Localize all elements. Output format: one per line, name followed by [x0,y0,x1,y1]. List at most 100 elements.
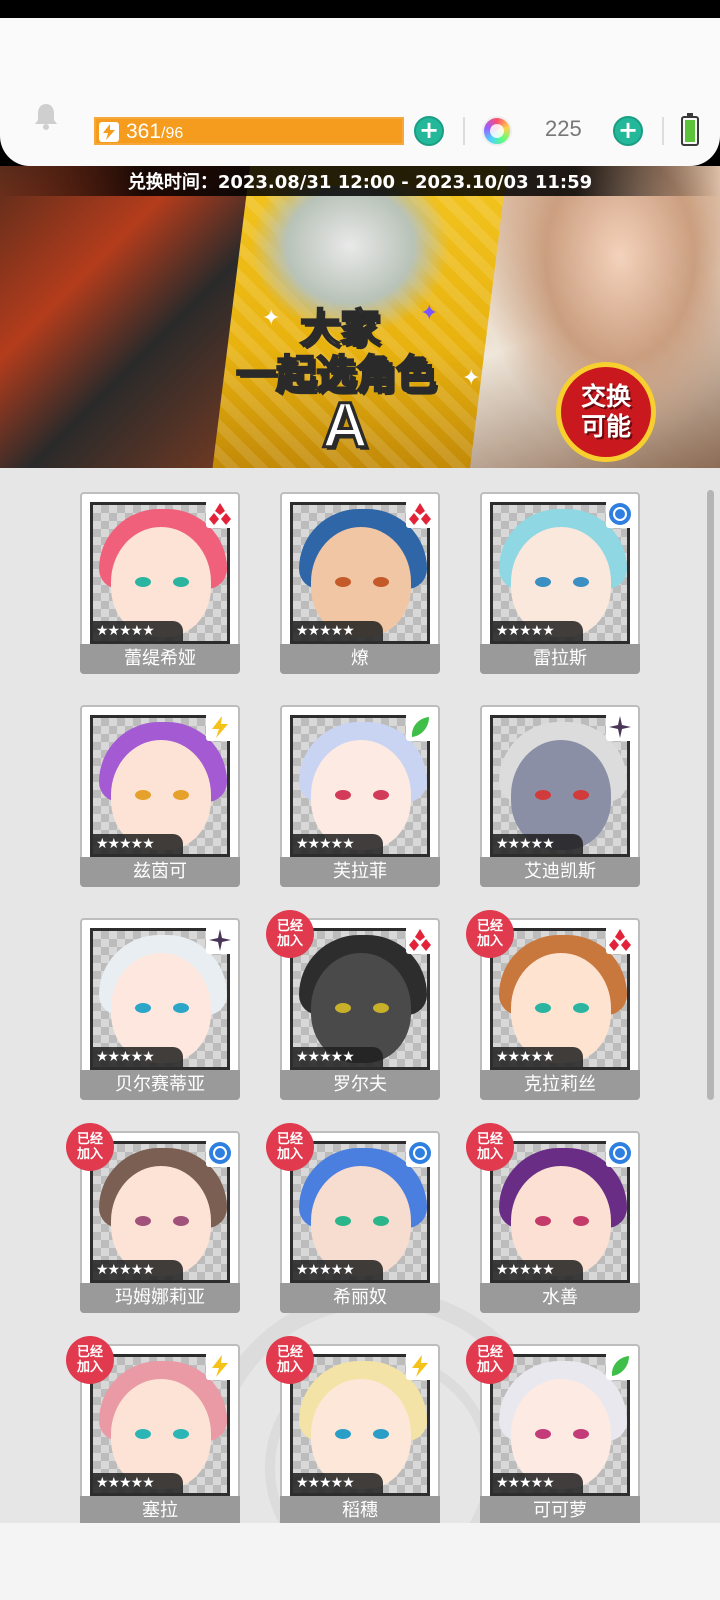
portrait-eye [173,1003,189,1013]
portrait-eye [373,1003,389,1013]
rarity-stars: ★★★★★ [493,621,583,641]
portrait-eye [535,790,551,800]
character-card[interactable]: ★★★★★ 贝尔赛蒂亚 [80,918,240,1100]
joined-badge: 已经 加入 [66,1123,114,1171]
diamond-icon [206,500,234,528]
lightning-icon [99,122,119,142]
portrait-eye [535,1216,551,1226]
rarity-stars: ★★★★★ [93,834,183,854]
banner-art-left [0,166,250,468]
portrait-eye [535,577,551,587]
diamond-icon [406,926,434,954]
portrait-eye [335,577,351,587]
character-card[interactable]: ★★★★★ 雷拉斯 [480,492,640,674]
rarity-stars: ★★★★★ [493,834,583,854]
joined-badge: 已经 加入 [266,1336,314,1384]
character-name: 希丽奴 [280,1283,440,1313]
portrait-eye [535,1003,551,1013]
joined-label-line2: 加入 [476,934,503,949]
joined-label-line1: 已经 [276,1132,303,1147]
portrait-eye [573,1216,589,1226]
lightning-icon [406,1352,434,1380]
portrait-eye [535,1429,551,1439]
rarity-stars: ★★★★★ [93,1473,183,1493]
joined-badge: 已经 加入 [66,1336,114,1384]
character-card[interactable]: ★★★★★ 蕾缇希娅 [80,492,240,674]
character-name: 可可萝 [480,1496,640,1526]
joined-label-line2: 加入 [476,1147,503,1162]
character-card[interactable]: ★★★★★ 艾迪凯斯 [480,705,640,887]
sparkle-icon: ✦ [420,301,439,326]
character-name: 稻穗 [280,1496,440,1526]
joined-badge: 已经 加入 [466,1336,514,1384]
dark-star-icon [206,926,234,954]
character-name: 蕾缇希娅 [80,644,240,674]
joined-label-line1: 已经 [476,1132,503,1147]
joined-label-line2: 加入 [276,1147,303,1162]
exchangeable-badge: 交换 可能 [556,362,656,462]
portrait-eye [373,577,389,587]
portrait-eye [135,577,151,587]
add-gems-button[interactable]: + [613,116,643,146]
portrait-eye [173,1429,189,1439]
portrait-eye [573,790,589,800]
joined-label-line1: 已经 [76,1345,103,1360]
lightning-icon [206,1352,234,1380]
rarity-stars: ★★★★★ [93,621,183,641]
portrait-eye [173,1216,189,1226]
scrollbar[interactable] [707,490,714,1100]
portrait-eye [373,1216,389,1226]
joined-label-line1: 已经 [276,919,303,934]
portrait-eye [373,1429,389,1439]
character-name: 玛姆娜莉亚 [80,1283,240,1313]
badge-line2: 可能 [580,412,631,441]
bell-icon[interactable] [30,100,62,132]
leaf-icon [606,1352,634,1380]
rarity-stars: ★★★★★ [493,1260,583,1280]
dark-star-icon [606,713,634,741]
joined-label-line2: 加入 [76,1147,103,1162]
diamond-icon [606,926,634,954]
sparkle-icon: ✦ [462,366,481,391]
portrait-eye [373,790,389,800]
rarity-stars: ★★★★★ [293,1047,383,1067]
character-name: 罗尔夫 [280,1070,440,1100]
character-name: 芙拉菲 [280,857,440,887]
rarity-stars: ★★★★★ [293,621,383,641]
character-name: 贝尔赛蒂亚 [80,1070,240,1100]
rarity-stars: ★★★★★ [293,1260,383,1280]
rarity-stars: ★★★★★ [93,1260,183,1280]
water-orb-icon [406,1139,434,1167]
banner-title-letter: A [320,388,369,463]
character-name: 雷拉斯 [480,644,640,674]
rarity-stars: ★★★★★ [293,834,383,854]
water-orb-icon [606,500,634,528]
joined-label-line2: 加入 [76,1360,103,1375]
portrait-eye [335,1003,351,1013]
character-card[interactable]: ★★★★★ 燎 [280,492,440,674]
joined-badge: 已经 加入 [266,910,314,958]
portrait-eye [135,1216,151,1226]
divider [463,117,465,145]
character-name: 塞拉 [80,1496,240,1526]
exchange-time: 兑换时间：2023.08/31 12:00 - 2023.10/03 11:59 [127,172,593,193]
joined-badge: 已经 加入 [466,910,514,958]
character-name: 兹茵可 [80,857,240,887]
joined-label-line2: 加入 [476,1360,503,1375]
portrait-eye [573,1003,589,1013]
add-stamina-button[interactable]: + [414,116,444,146]
portrait-eye [135,1003,151,1013]
joined-label-line2: 加入 [276,934,303,949]
gem-count: 225 [545,116,582,141]
character-card[interactable]: ★★★★★ 芙拉菲 [280,705,440,887]
character-name: 燎 [280,644,440,674]
water-orb-icon [606,1139,634,1167]
badge-line1: 交换 [580,382,631,411]
joined-label-line1: 已经 [476,1345,503,1360]
character-card[interactable]: ★★★★★ 兹茵可 [80,705,240,887]
divider [662,117,664,145]
character-name: 艾迪凯斯 [480,857,640,887]
rarity-stars: ★★★★★ [93,1047,183,1067]
lightning-icon [206,713,234,741]
character-name: 水善 [480,1283,640,1313]
